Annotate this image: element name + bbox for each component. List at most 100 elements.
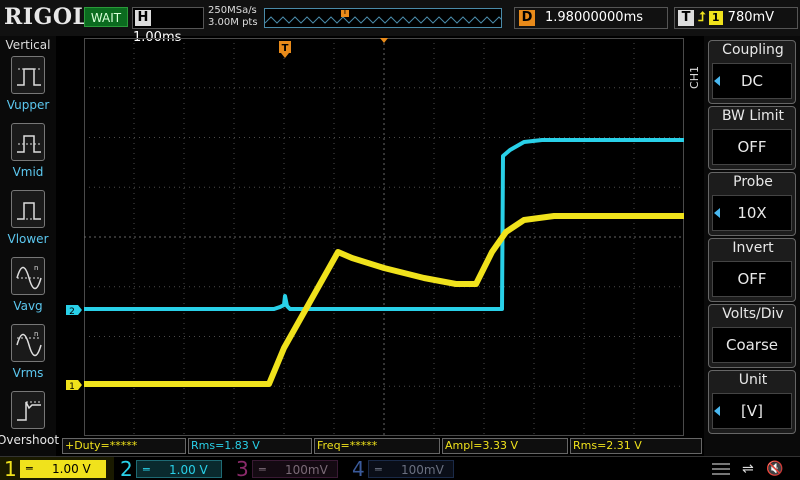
waveform-grid[interactable]: T 1 2 <box>62 38 684 436</box>
channel-2-ground-marker: 2 <box>66 305 82 317</box>
menu-volts-div-value: Coarse <box>712 327 792 363</box>
dc-coupling-icon: ═ <box>143 463 150 476</box>
measure-vupper-button[interactable] <box>11 56 45 94</box>
sine-rms-icon: n <box>16 330 42 357</box>
trigger-position-marker: T <box>279 41 291 58</box>
trigger-display[interactable]: T ⮥ 1 780mV <box>674 7 798 29</box>
menu-coupling-title: Coupling <box>722 42 784 58</box>
channel-2-scale: ═ 1.00 V <box>136 460 222 478</box>
menu-coupling-value: DC <box>712 63 792 99</box>
measure-overshoot-label: Overshoot <box>0 433 60 447</box>
channel-2-number: 2 <box>120 457 133 480</box>
measurement-item[interactable]: Ampl=3.33 V <box>442 438 568 454</box>
memory-waveform-icon <box>265 10 501 24</box>
menu-coupling[interactable]: Coupling DC <box>708 40 796 104</box>
delay-value: 1.98000000ms <box>545 10 644 25</box>
measure-vlower-label: Vlower <box>7 232 49 246</box>
trigger-position-label: T <box>282 43 289 54</box>
acquisition-info: 250MSa/s 3.00M pts <box>208 5 258 29</box>
channel-3-box[interactable]: 3 ═ 100mV <box>232 457 346 480</box>
usb-icon: ⇌ <box>742 461 754 477</box>
menu-invert-value: OFF <box>712 261 792 297</box>
channel-menu: Coupling DC BW Limit OFF Probe 10X Inver… <box>704 36 800 456</box>
rising-edge-icon: ⮥ <box>698 10 706 25</box>
measure-vrms-label: Vrms <box>12 366 44 380</box>
dc-coupling-icon: ═ <box>26 462 33 475</box>
speaker-muted-icon[interactable]: 🔇 <box>766 461 783 477</box>
horizontal-key: H <box>135 10 151 26</box>
pulse-mid-icon <box>17 135 41 153</box>
measure-vavg-label: Vavg <box>13 299 43 313</box>
brand-logo: RIGOL <box>4 4 89 30</box>
menu-invert-title: Invert <box>732 240 774 256</box>
measure-vlower[interactable]: Vlower <box>0 188 56 254</box>
measure-vmid-label: Vmid <box>12 165 44 179</box>
measurement-item[interactable]: Rms=1.83 V <box>188 438 312 454</box>
measure-vmid[interactable]: Vmid <box>0 121 56 187</box>
menu-bw-limit-value: OFF <box>712 129 792 165</box>
channel-2-box[interactable]: 2 ═ 1.00 V <box>116 457 230 480</box>
measure-category-title: Vertical <box>5 38 51 52</box>
delay-display[interactable]: D 1.98000000ms <box>514 7 668 29</box>
pulse-lower-icon <box>17 202 41 220</box>
measure-vavg[interactable]: n Vavg <box>0 255 56 321</box>
measurement-item[interactable]: Freq=***** <box>314 438 440 454</box>
channel-4-box[interactable]: 4 ═ 100mV <box>348 457 462 480</box>
measure-vupper[interactable]: Vupper <box>0 54 56 120</box>
center-delay-marker <box>380 38 388 43</box>
channel-3-scale: ═ 100mV <box>252 460 338 478</box>
channel-1-number: 1 <box>4 457 17 480</box>
measure-overshoot[interactable]: Overshoot <box>0 389 59 455</box>
measure-vrms-button[interactable]: n <box>11 324 45 362</box>
measure-overshoot-button[interactable] <box>11 391 45 429</box>
menu-unit-title: Unit <box>738 372 768 388</box>
channel-1-box[interactable]: 1 ═ 1.00 V <box>0 457 114 480</box>
menu-probe[interactable]: Probe 10X <box>708 172 796 236</box>
waveform-traces <box>84 138 684 387</box>
memory-overview-strip[interactable]: T <box>264 8 502 28</box>
menu-unit-value: [V] <box>712 393 792 429</box>
delay-key: D <box>519 10 535 26</box>
run-status-badge[interactable]: WAIT <box>84 7 128 27</box>
measure-vavg-button[interactable]: n <box>11 257 45 295</box>
memory-depth: 3.00M pts <box>208 17 258 28</box>
measure-vmid-button[interactable] <box>11 123 45 161</box>
menu-icon[interactable] <box>712 463 730 475</box>
channel-3-number: 3 <box>236 457 249 480</box>
measurement-item[interactable]: +Duty=***** <box>62 438 186 454</box>
channel-bar: 1 ═ 1.00 V 2 ═ 1.00 V 3 ═ 100mV 4 ═ 100mV ⇌ … <box>0 456 800 480</box>
menu-volts-div-title: Volts/Div <box>722 306 784 322</box>
graticule <box>84 38 684 436</box>
measurement-item[interactable]: Rms=2.31 V <box>570 438 702 454</box>
menu-volts-div[interactable]: Volts/Div Coarse <box>708 304 796 368</box>
dc-coupling-icon: ═ <box>259 463 266 476</box>
measurement-bar: +Duty=***** Rms=1.83 V Freq=***** Ampl=3… <box>62 438 702 454</box>
select-arrow-icon <box>714 208 720 218</box>
trigger-level: 780mV <box>727 10 775 25</box>
selected-channel-tag: CH1 <box>688 66 701 89</box>
timebase-display[interactable]: H1.00ms <box>132 7 204 45</box>
select-arrow-icon <box>714 76 720 86</box>
trigger-source: 1 <box>708 11 723 25</box>
sample-rate: 250MSa/s <box>208 5 257 16</box>
channel-4-scale: ═ 100mV <box>368 460 454 478</box>
select-arrow-icon <box>714 406 720 416</box>
measure-vrms[interactable]: n Vrms <box>0 322 56 388</box>
channel-1-marker-label: 1 <box>69 382 75 392</box>
channel-1-ground-marker: 1 <box>66 380 82 392</box>
channel-2-marker-label: 2 <box>69 307 75 317</box>
trigger-key: T <box>678 10 694 26</box>
measure-vlower-button[interactable] <box>11 190 45 228</box>
oscilloscope-screen: RIGOL WAIT H1.00ms 250MSa/s 3.00M pts T … <box>0 0 800 480</box>
menu-bw-limit-title: BW Limit <box>721 108 785 124</box>
menu-probe-title: Probe <box>733 174 773 190</box>
overshoot-icon <box>17 401 41 421</box>
menu-invert[interactable]: Invert OFF <box>708 238 796 302</box>
memory-trigger-label: T <box>342 8 348 16</box>
measure-vupper-label: Vupper <box>6 98 50 112</box>
menu-unit[interactable]: Unit [V] <box>708 370 796 434</box>
top-status-bar: RIGOL WAIT H1.00ms 250MSa/s 3.00M pts T … <box>0 0 800 45</box>
svg-text:n: n <box>34 330 38 338</box>
sine-avg-icon: n <box>16 264 42 290</box>
menu-bw-limit[interactable]: BW Limit OFF <box>708 106 796 170</box>
